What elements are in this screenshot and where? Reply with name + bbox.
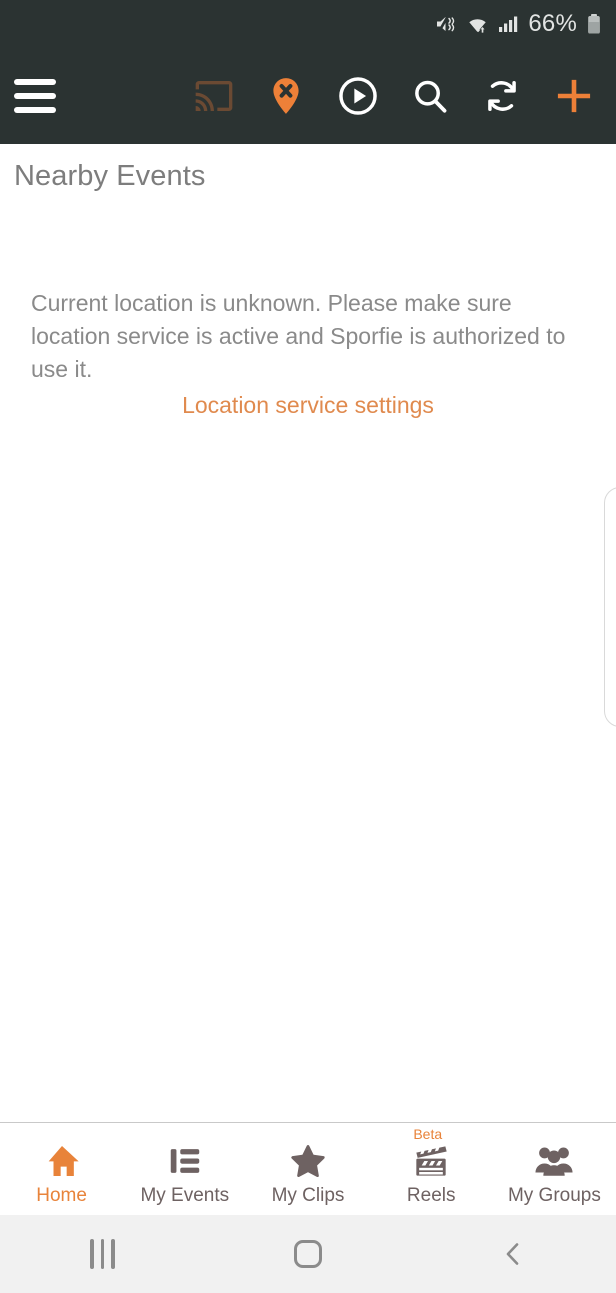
status-bar: 66% bbox=[0, 0, 616, 48]
nav-label-my-groups: My Groups bbox=[507, 1184, 601, 1206]
system-navigation-bar bbox=[0, 1215, 616, 1293]
location-off-pin-icon bbox=[273, 78, 299, 114]
battery-icon bbox=[588, 14, 600, 34]
recents-bar bbox=[90, 1239, 94, 1269]
nav-label-reels: Reels bbox=[406, 1184, 456, 1206]
nav-item-reels[interactable]: Beta Reels bbox=[370, 1123, 493, 1215]
hamburger-bar bbox=[14, 79, 56, 85]
home-button[interactable] bbox=[205, 1215, 410, 1293]
recents-button[interactable] bbox=[0, 1215, 205, 1293]
location-off-button[interactable] bbox=[250, 48, 322, 144]
nav-label-my-clips: My Clips bbox=[271, 1184, 345, 1206]
star-icon bbox=[291, 1144, 325, 1177]
play-button[interactable] bbox=[322, 48, 394, 144]
cellular-signal-icon bbox=[499, 16, 518, 32]
recents-icon bbox=[90, 1239, 115, 1269]
clapperboard-icon bbox=[416, 1145, 447, 1176]
star-icon-wrap bbox=[288, 1140, 328, 1182]
cast-icon bbox=[195, 81, 233, 111]
home-icon-wrap bbox=[42, 1140, 82, 1182]
nav-label-home: Home bbox=[36, 1184, 87, 1206]
list-icon bbox=[170, 1148, 200, 1173]
offscreen-panel-outline bbox=[604, 487, 616, 727]
bottom-navigation-bar: Home My Events My Clips Beta Reels My Gr… bbox=[0, 1122, 616, 1215]
search-icon bbox=[415, 80, 447, 113]
beta-badge: Beta bbox=[413, 1126, 443, 1142]
search-button[interactable] bbox=[394, 48, 466, 144]
play-circle-icon bbox=[339, 77, 377, 115]
nav-item-my-events[interactable]: My Events bbox=[123, 1123, 246, 1215]
back-chevron-icon bbox=[507, 1243, 519, 1265]
home-icon bbox=[48, 1145, 79, 1176]
back-button[interactable] bbox=[411, 1215, 616, 1293]
people-icon-wrap bbox=[533, 1140, 575, 1182]
people-icon bbox=[535, 1147, 573, 1176]
refresh-icon bbox=[488, 80, 516, 112]
wifi-transfer-icon bbox=[469, 19, 487, 33]
phone-screen: 66% Nearby Events Current location is un… bbox=[0, 0, 616, 1293]
nav-item-my-clips[interactable]: My Clips bbox=[246, 1123, 369, 1215]
home-square-icon bbox=[293, 1240, 322, 1268]
nav-item-my-groups[interactable]: My Groups bbox=[493, 1123, 616, 1215]
location-service-settings-link[interactable]: Location service settings bbox=[0, 392, 616, 419]
mute-vibrate-icon bbox=[437, 15, 455, 34]
hamburger-bar bbox=[14, 107, 56, 113]
clapperboard-icon-wrap bbox=[411, 1140, 451, 1182]
cast-button[interactable] bbox=[178, 48, 250, 144]
page-title: Nearby Events bbox=[14, 160, 206, 192]
recents-bar bbox=[100, 1239, 105, 1269]
app-bar bbox=[0, 48, 616, 144]
plus-icon bbox=[557, 79, 591, 113]
add-button[interactable] bbox=[538, 48, 610, 144]
recents-bar bbox=[111, 1239, 115, 1269]
location-unknown-message: Current location is unknown. Please make… bbox=[31, 290, 566, 382]
battery-percent-label: 66% bbox=[528, 10, 577, 37]
refresh-button[interactable] bbox=[466, 48, 538, 144]
hamburger-menu-icon[interactable] bbox=[14, 48, 76, 144]
nav-item-home[interactable]: Home bbox=[0, 1123, 123, 1215]
nav-label-my-events: My Events bbox=[140, 1184, 230, 1206]
status-icon-group: 66% bbox=[434, 10, 602, 38]
list-icon-wrap bbox=[166, 1140, 204, 1182]
hamburger-bar bbox=[14, 93, 56, 99]
